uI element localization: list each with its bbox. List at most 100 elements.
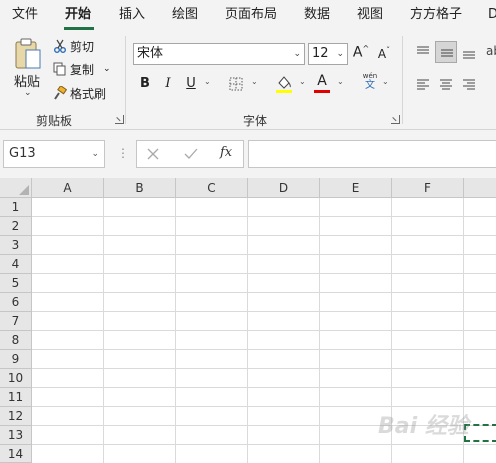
paste-dropdown-chevron-icon[interactable]: ⌄ [24,88,32,98]
column-header-d[interactable]: D [248,178,320,198]
row-header-3[interactable]: 3 [0,236,32,255]
font-group-label: 字体 [243,114,268,128]
tab-insert[interactable]: 插入 [119,0,145,30]
font-color-swatch [314,90,330,93]
cut-button[interactable]: 剪切 [53,36,94,56]
phonetic-pinyin-text: wén [362,72,378,80]
tab-home[interactable]: 开始 [65,0,91,30]
grid-line [32,368,496,369]
more-options-icon[interactable]: ⋮ [117,146,129,160]
row-header-11[interactable]: 11 [0,388,32,407]
grow-font-icon: A [352,44,363,61]
font-launcher-icon[interactable] [391,115,400,124]
grid-line [32,292,496,293]
align-middle-icon [441,49,453,57]
fill-color-icon[interactable] [275,74,293,94]
font-size-value: 12 [312,46,329,61]
phonetic-dropdown-chevron-icon[interactable]: ⌄ [382,77,389,86]
row-header-6[interactable]: 6 [0,293,32,312]
row-header-5[interactable]: 5 [0,274,32,293]
format-painter-button[interactable]: 格式刷 [53,83,106,103]
align-top-icon [417,46,429,54]
tab-view[interactable]: 视图 [357,0,383,30]
tab-file[interactable]: 文件 [12,0,38,30]
row-header-12[interactable]: 12 [0,407,32,426]
row-header-14[interactable]: 14 [0,445,32,463]
font-color-button[interactable]: A [314,73,330,93]
copy-label: 复制 [70,62,95,77]
ribbon: 粘贴 ⌄ 剪切 复制 ⌄ 格式刷 剪贴板 宋体 ⌄ 12 ⌄ A^ Aˇ B I… [0,30,496,130]
group-divider [402,36,403,124]
column-header-g[interactable] [464,178,496,198]
align-top-button[interactable] [412,41,434,63]
italic-button[interactable]: I [162,76,174,91]
tab-draw[interactable]: 绘图 [172,0,198,30]
cancel-icon[interactable] [147,148,159,160]
align-left-button[interactable] [412,74,434,96]
align-center-icon [440,79,452,90]
font-color-dropdown-chevron-icon[interactable]: ⌄ [337,77,344,86]
row-header-10[interactable]: 10 [0,369,32,388]
column-header-a[interactable]: A [32,178,104,198]
select-all-corner[interactable] [0,178,32,198]
shrink-font-button[interactable]: Aˇ [376,46,392,61]
font-name-select[interactable]: 宋体 ⌄ [133,43,305,65]
formula-input[interactable] [248,140,496,168]
grid-line [32,235,496,236]
tab-page-layout[interactable]: 页面布局 [225,0,277,30]
font-size-select[interactable]: 12 ⌄ [308,43,348,65]
scissors-icon [54,39,66,53]
tab-fangfang[interactable]: 方方格子 [410,0,462,30]
column-header-f[interactable]: F [392,178,464,198]
grid-line [32,349,496,350]
fill-color-dropdown-chevron-icon[interactable]: ⌄ [299,77,306,86]
grow-font-button[interactable]: A^ [352,44,370,61]
clipboard-launcher-icon[interactable] [115,115,124,124]
row-header-1[interactable]: 1 [0,198,32,217]
chevron-down-icon: ⌄ [336,49,344,59]
cut-label: 剪切 [70,39,95,54]
bold-button[interactable]: B [138,76,152,91]
column-header-b[interactable]: B [104,178,176,198]
font-color-icon: A [317,73,327,89]
enter-check-icon[interactable] [184,148,198,160]
name-box[interactable]: G13 ⌄ [3,140,105,168]
copy-button[interactable]: 复制 ⌄ [53,59,111,79]
shrink-font-icon: A [377,47,387,61]
borders-icon[interactable] [229,77,243,91]
phonetic-guide-button[interactable]: wén 文 [360,72,380,94]
grid-line [32,273,496,274]
column-header-c[interactable]: C [176,178,248,198]
align-right-button[interactable] [458,74,480,96]
underline-dropdown-chevron-icon[interactable]: ⌄ [204,77,211,86]
column-header-e[interactable]: E [320,178,392,198]
align-center-button[interactable] [435,74,457,96]
watermark-text: Bai 经验 [378,414,469,439]
grid-line [32,387,496,388]
row-header-2[interactable]: 2 [0,217,32,236]
font-name-value: 宋体 [137,46,164,61]
chevron-down-icon: ⌄ [293,49,301,59]
paste-icon[interactable] [14,38,44,72]
chevron-down-icon[interactable]: ⌄ [91,141,99,167]
align-right-icon [463,79,475,90]
align-middle-button[interactable] [435,41,457,63]
copy-icon [53,62,66,76]
row-header-8[interactable]: 8 [0,331,32,350]
group-divider [125,36,126,124]
copy-dropdown-chevron-icon[interactable]: ⌄ [103,64,111,74]
borders-dropdown-chevron-icon[interactable]: ⌄ [251,77,258,86]
tab-data[interactable]: 数据 [304,0,330,30]
ribbon-tab-bar: 文件 开始 插入 绘图 页面布局 数据 视图 方方格子 D [0,0,496,30]
row-header-7[interactable]: 7 [0,312,32,331]
underline-button[interactable]: U [184,76,198,91]
align-bottom-button[interactable] [458,41,480,63]
row-header-9[interactable]: 9 [0,350,32,369]
tab-d[interactable]: D [488,0,496,30]
row-header-13[interactable]: 13 [0,426,32,445]
grid-line [32,216,496,217]
orientation-icon[interactable]: ab [486,44,496,58]
insert-function-icon[interactable]: fx [220,145,232,160]
row-header-4[interactable]: 4 [0,255,32,274]
grid-line [32,254,496,255]
